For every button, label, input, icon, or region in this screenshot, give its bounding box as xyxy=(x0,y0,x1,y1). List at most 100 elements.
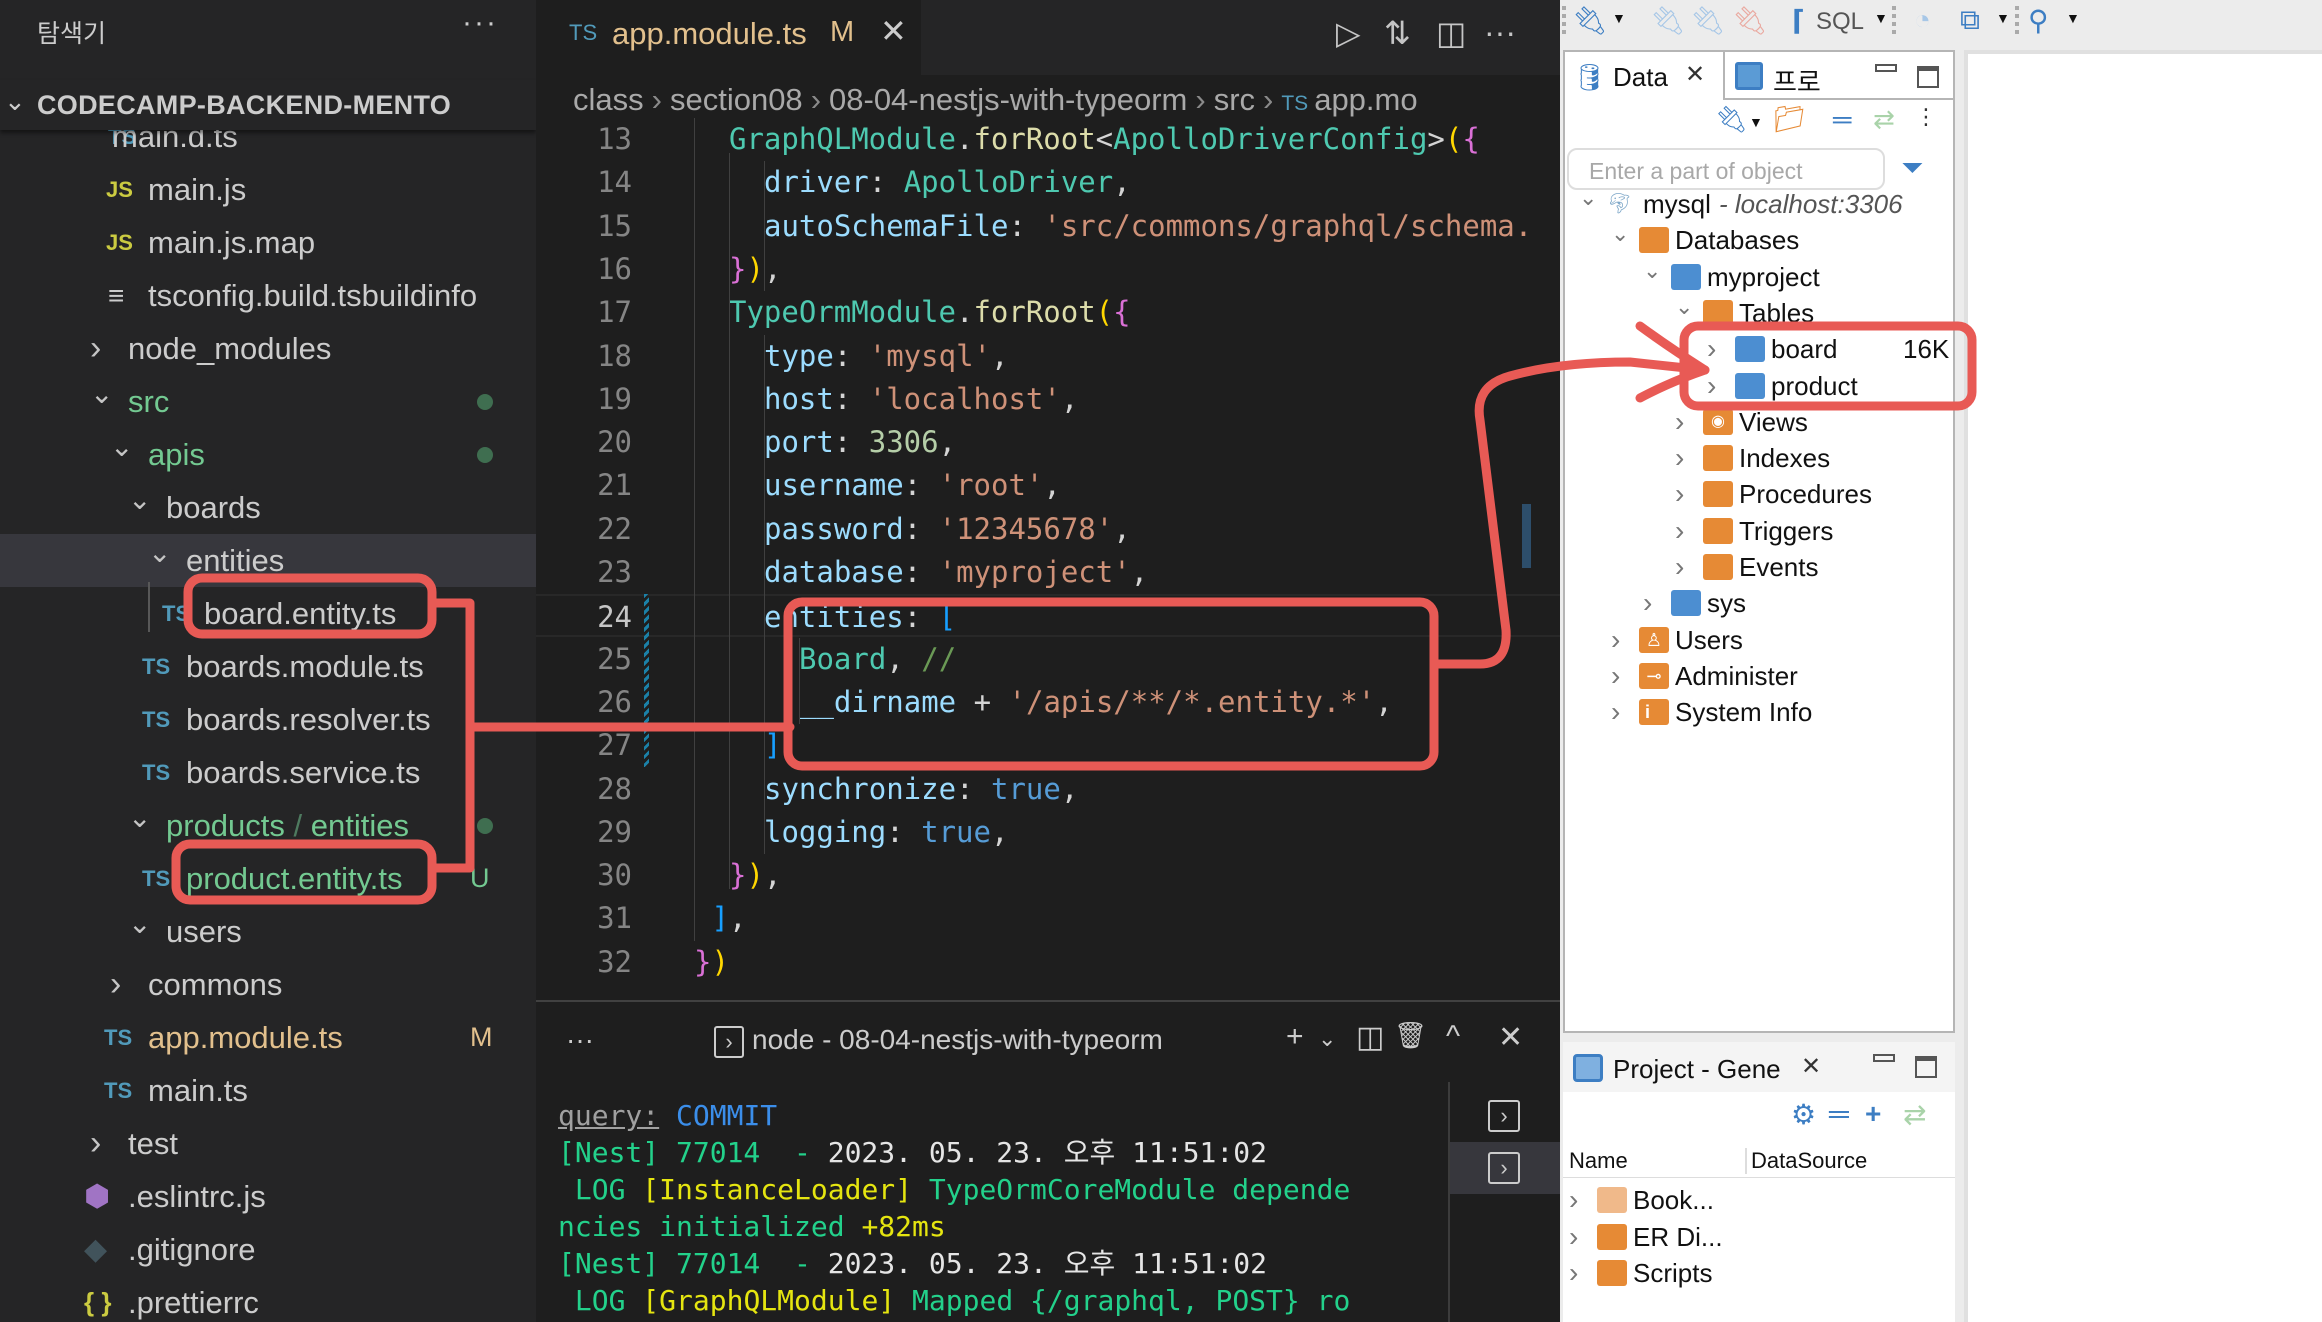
dropdown-arrow-icon[interactable]: ▼ xyxy=(2066,10,2080,26)
object-filter-field[interactable] xyxy=(1567,148,1885,190)
chevron-right-icon[interactable]: › xyxy=(1707,331,1716,367)
db-tree-item[interactable]: › Events xyxy=(1675,549,1959,585)
panel-sash[interactable] xyxy=(1955,50,1964,1322)
code-line[interactable]: 30}), xyxy=(536,854,1560,897)
explorer-more-button[interactable]: ··· xyxy=(462,6,498,40)
file-item[interactable]: TS product.entity.ts U xyxy=(0,852,536,905)
code-line[interactable]: 24 entities: [ xyxy=(536,594,1560,638)
tab-app-module[interactable]: TS app.module.ts M ✕ xyxy=(536,0,921,75)
db-tree-item[interactable]: › ◉ Views xyxy=(1675,404,1959,440)
tab-projects[interactable]: 프로 xyxy=(1723,52,1953,100)
db-tree-item[interactable]: › Indexes xyxy=(1675,440,1959,476)
file-item[interactable]: TS app.module.ts M xyxy=(0,1011,536,1064)
code-line[interactable]: 21 username: 'root', xyxy=(536,464,1560,507)
trash-icon[interactable]: 🗑 xyxy=(1394,1020,1427,1051)
project-tree-item[interactable]: › Book... xyxy=(1569,1182,1949,1218)
db-tree-item[interactable]: › sys xyxy=(1643,585,1959,621)
more-actions-icon[interactable]: ··· xyxy=(1484,14,1516,51)
minimize-icon[interactable] xyxy=(1873,1054,1895,1062)
terminal-instance-1[interactable]: › xyxy=(1450,1090,1560,1142)
chevron-right-icon[interactable]: › xyxy=(1569,1255,1578,1291)
dropdown-arrow-icon[interactable]: ▼ xyxy=(1874,10,1888,26)
db-tree-item[interactable]: ⌄ Tables xyxy=(1675,294,1959,331)
code-line[interactable]: 13 GraphQLModule.forRoot<ApolloDriverConf… xyxy=(536,118,1560,161)
reconnect-icon[interactable]: 🔌︎ xyxy=(1690,4,1726,37)
close-panel-icon[interactable]: ✕ xyxy=(1498,1020,1523,1055)
chevron-right-icon[interactable]: › xyxy=(1611,658,1620,694)
link-editor-icon[interactable]: ⇄ xyxy=(1873,104,1895,135)
sql-editor-icon[interactable]: ⌈ xyxy=(1792,4,1805,37)
db-tree-item[interactable]: ⌄ Databases xyxy=(1611,221,1959,258)
code-line[interactable]: 28 synchronize: true, xyxy=(536,768,1560,811)
folder-item[interactable]: › test xyxy=(0,1117,536,1170)
new-connection-icon[interactable]: 🔌︎ xyxy=(1572,4,1608,37)
git-change-indicator[interactable] xyxy=(644,594,649,768)
workspace-section-header[interactable]: ⌄ CODECAMP-BACKEND-MENTO xyxy=(0,80,536,130)
disconnect-icon[interactable]: 🔌︎ xyxy=(1732,4,1768,37)
code-line[interactable]: 31], xyxy=(536,897,1560,940)
code-line[interactable]: 18 type: 'mysql', xyxy=(536,335,1560,378)
db-tree-item[interactable]: › board 16K xyxy=(1707,331,1959,367)
file-item[interactable]: TS boards.resolver.ts xyxy=(0,693,536,746)
folder-item[interactable]: ⌄ apis xyxy=(0,428,536,481)
chevron-down-icon[interactable]: ⌄ xyxy=(128,473,151,526)
db-tree-item[interactable]: › Procedures xyxy=(1675,476,1959,512)
code-line[interactable]: 17 TypeOrmModule.forRoot({ xyxy=(536,291,1560,334)
folder-item[interactable]: ⌄ entities xyxy=(0,534,536,587)
code-line[interactable]: 32}) xyxy=(536,941,1560,984)
code-line[interactable]: 16}), xyxy=(536,248,1560,291)
dashboard-icon[interactable]: ◔ xyxy=(1914,4,1931,36)
chevron-down-icon[interactable]: ⌄ xyxy=(110,420,133,473)
code-line[interactable]: 26 __dirname + '/apis/**/*.entity.*', xyxy=(536,681,1560,724)
chevron-right-icon[interactable]: › xyxy=(1675,404,1684,440)
chevron-down-icon[interactable]: ⌄ xyxy=(128,791,151,844)
tab-data-navigator[interactable]: 🛢︎ Data ✕ xyxy=(1565,52,1723,100)
code-line[interactable]: 22 password: '12345678', xyxy=(536,508,1560,551)
chevron-down-icon[interactable]: ⌄ xyxy=(1579,180,1597,216)
file-item[interactable]: TS boards.module.ts xyxy=(0,640,536,693)
split-terminal-icon[interactable]: ◫ xyxy=(1356,1020,1384,1055)
chevron-right-icon[interactable]: › xyxy=(1675,513,1684,549)
chevron-right-icon[interactable]: › xyxy=(1707,368,1716,404)
chevron-right-icon[interactable]: › xyxy=(1675,476,1684,512)
sql-label[interactable]: SQL xyxy=(1816,8,1864,36)
dropdown-arrow-icon[interactable]: ▼ xyxy=(1996,10,2010,26)
minimize-icon[interactable] xyxy=(1875,64,1897,72)
file-item[interactable]: JS main.js.map xyxy=(0,216,536,269)
folder-item[interactable]: ⌄ src xyxy=(0,375,536,428)
chevron-right-icon[interactable]: › xyxy=(1611,622,1620,658)
file-item[interactable]: TS boards.service.ts xyxy=(0,746,536,799)
chevron-right-icon[interactable]: › xyxy=(1643,585,1652,621)
close-tab-icon[interactable]: ✕ xyxy=(1685,60,1705,89)
chevron-right-icon[interactable]: › xyxy=(1675,549,1684,585)
scrollbar-thumb[interactable] xyxy=(1522,504,1531,568)
db-tree-item[interactable]: › product xyxy=(1707,368,1959,404)
collapse-all-icon[interactable]: ═ xyxy=(1829,1098,1849,1130)
file-item[interactable]: TS main.ts xyxy=(0,1064,536,1117)
close-tab-icon[interactable]: ✕ xyxy=(1801,1052,1821,1081)
code-area[interactable]: 13 GraphQLModule.forRoot<ApolloDriverConf… xyxy=(536,118,1560,998)
code-line[interactable]: 19 host: 'localhost', xyxy=(536,378,1560,421)
maximize-panel-icon[interactable]: ^ xyxy=(1446,1020,1460,1054)
dropdown-arrow-icon[interactable]: ▼ xyxy=(1612,10,1626,26)
code-line[interactable]: 29 logging: true, xyxy=(536,811,1560,854)
panel-more-icon[interactable]: ··· xyxy=(566,1024,594,1056)
file-item[interactable]: ≡ tsconfig.build.tsbuildinfo xyxy=(0,269,536,322)
add-icon[interactable]: + xyxy=(1865,1098,1881,1130)
code-line[interactable]: 25 Board, // xyxy=(536,638,1560,681)
compare-changes-icon[interactable]: ⇅ xyxy=(1384,14,1411,52)
chevron-down-icon[interactable]: ⌄ xyxy=(90,367,113,420)
db-tree-item[interactable]: › i System Info xyxy=(1611,694,1959,730)
object-filter-input[interactable] xyxy=(1589,158,1859,185)
column-datasource[interactable]: DataSource xyxy=(1745,1148,1867,1174)
file-item[interactable]: JS main.js xyxy=(0,163,536,216)
chevron-right-icon[interactable]: › xyxy=(90,1117,101,1170)
split-editor-icon[interactable]: ◫ xyxy=(1436,14,1466,52)
file-item[interactable]: TS board.entity.ts xyxy=(0,587,536,640)
db-tree-item[interactable]: ⌄ 🐬︎ mysql - localhost:3306 xyxy=(1579,185,1959,222)
tasks-icon[interactable]: ⧉ xyxy=(1960,4,1980,37)
code-line[interactable]: 23 database: 'myproject', xyxy=(536,551,1560,594)
folder-item[interactable]: ⌄ products / entities xyxy=(0,799,536,852)
db-tree-item[interactable]: › ♙ Users xyxy=(1611,622,1959,658)
file-item[interactable]: { } .prettierrc xyxy=(0,1276,536,1322)
